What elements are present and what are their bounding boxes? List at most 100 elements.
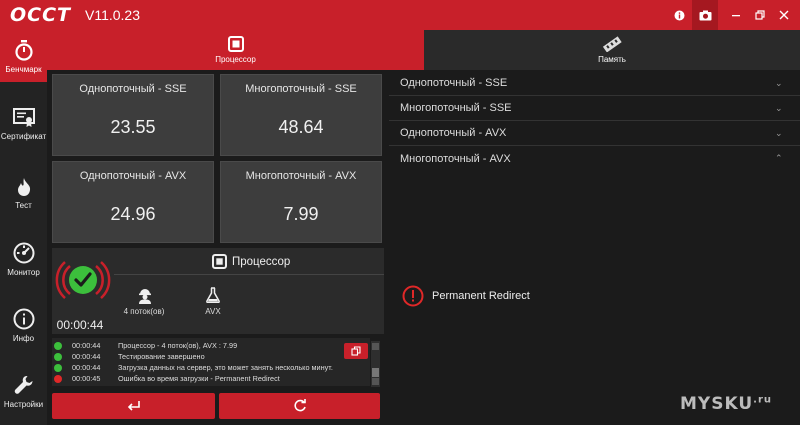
app-version: V11.0.23 <box>85 7 141 23</box>
score-card-single-avx: Однопоточный - AVX 24.96 <box>52 161 214 243</box>
restore-icon <box>755 10 765 20</box>
info-icon <box>13 308 34 330</box>
divider <box>114 274 384 275</box>
result-accordion-item[interactable]: Многопоточный - SSE ⌄ <box>389 96 800 121</box>
info-circle-icon <box>674 10 684 20</box>
tab-memory[interactable]: Память <box>424 30 800 70</box>
score-card-title: Многопоточный - AVX <box>245 170 357 182</box>
minimize-button[interactable] <box>724 0 748 30</box>
log-time: 00:00:44 <box>72 341 101 350</box>
refresh-icon <box>293 399 306 412</box>
score-card-multi-avx: Многопоточный - AVX 7.99 <box>220 161 382 243</box>
watermark-text: MYSKU <box>680 394 754 414</box>
sidebar-item-test[interactable]: Тест <box>0 174 47 214</box>
cpu-icon <box>227 36 244 52</box>
minimize-icon <box>732 15 740 17</box>
result-accordion-item[interactable]: Однопоточный - AVX ⌄ <box>389 121 800 146</box>
log-text: Ошибка во время загрузки - Permanent Red… <box>118 374 280 383</box>
success-dot-icon <box>54 352 62 361</box>
score-card-single-sse: Однопоточный - SSE 23.55 <box>52 74 214 156</box>
sidebar-item-label: Сертификат <box>0 132 47 141</box>
chevron-down-icon: ⌄ <box>775 102 783 113</box>
camera-icon <box>699 10 711 20</box>
score-card-value: 24.96 <box>110 204 156 224</box>
flame-icon <box>17 178 30 196</box>
sidebar-item-benchmark[interactable]: Бенчмарк <box>0 30 47 82</box>
tab-label: Память <box>598 55 626 64</box>
copy-log-button[interactable] <box>344 343 368 359</box>
log-time: 00:00:44 <box>72 363 101 372</box>
success-check-icon <box>55 261 111 299</box>
worker-icon <box>139 289 151 304</box>
sidebar-item-label: Монитор <box>7 268 40 277</box>
tab-label: Процессор <box>215 55 256 64</box>
elapsed-timer: 00:00:44 <box>56 318 104 332</box>
result-accordion-item-expanded[interactable]: Многопоточный - AVX ⌃ <box>389 146 800 171</box>
log-text: Тестирование завершено <box>118 352 205 361</box>
accordion-label: Однопоточный - AVX <box>400 127 507 139</box>
log-row: 00:00:45 Ошибка во время загрузки - Perm… <box>52 373 280 384</box>
maximize-button[interactable] <box>748 0 772 30</box>
log-row: 00:00:44 Процессор - 4 поток(ов), AVX : … <box>52 340 237 351</box>
sidebar-item-label: Бенчмарк <box>5 65 42 74</box>
memory-icon <box>602 36 622 52</box>
score-card-title: Однопоточный - SSE <box>79 83 187 95</box>
sidebar <box>0 30 47 425</box>
log-panel: 00:00:44 Процессор - 4 поток(ов), AVX : … <box>52 338 370 386</box>
sidebar-item-label: Инфо <box>12 334 35 343</box>
watermark-suffix: .ru <box>753 394 773 406</box>
sidebar-item-label: Тест <box>15 201 32 210</box>
error-message: Permanent Redirect <box>402 285 530 307</box>
success-dot-icon <box>54 341 62 350</box>
result-accordion-item[interactable]: Однопоточный - SSE ⌄ <box>389 71 800 96</box>
success-dot-icon <box>54 363 62 372</box>
scroll-up-arrow-icon[interactable] <box>372 343 379 350</box>
scroll-down-arrow-icon[interactable] <box>372 378 379 385</box>
app-logo: OCCT <box>10 4 71 26</box>
close-icon <box>779 10 789 20</box>
log-scrollbar[interactable] <box>371 341 380 387</box>
test-title: Процессор <box>232 256 291 268</box>
sidebar-item-certificate[interactable]: Сертификат <box>0 104 47 156</box>
score-card-title: Многопоточный - SSE <box>245 83 357 95</box>
back-button[interactable] <box>52 393 215 419</box>
watermark: MYSKU.ru <box>680 394 772 414</box>
screenshot-button[interactable] <box>692 0 718 30</box>
accordion-label: Однопоточный - SSE <box>400 77 508 89</box>
cpu-icon <box>212 254 227 269</box>
log-time: 00:00:45 <box>72 374 101 383</box>
accordion-label: Многопоточный - AVX <box>400 152 511 165</box>
copy-icon <box>351 346 361 356</box>
restart-button[interactable] <box>219 393 380 419</box>
error-text: Permanent Redirect <box>432 290 530 302</box>
error-icon <box>402 285 424 307</box>
instruction-label: AVX <box>205 307 221 316</box>
log-time: 00:00:44 <box>72 352 101 361</box>
score-card-multi-sse: Многопоточный - SSE 48.64 <box>220 74 382 156</box>
stopwatch-icon <box>14 40 33 61</box>
return-arrow-icon <box>127 401 140 411</box>
log-text: Процессор - 4 поток(ов), AVX : 7.99 <box>118 341 238 350</box>
chevron-up-icon: ⌃ <box>775 153 783 163</box>
log-row: 00:00:44 Тестирование завершено <box>52 351 205 362</box>
sidebar-item-monitor[interactable]: Монитор <box>0 240 47 280</box>
log-text: Загрузка данных на сервер, это может зан… <box>118 363 333 372</box>
error-dot-icon <box>54 374 62 383</box>
log-row: 00:00:44 Загрузка данных на сервер, это … <box>52 362 333 373</box>
sidebar-item-settings[interactable]: Настройки <box>0 372 47 412</box>
wrench-icon <box>14 376 32 394</box>
tab-cpu[interactable]: Процессор <box>47 30 424 70</box>
threads-label: 4 поток(ов) <box>123 307 165 316</box>
close-button[interactable] <box>772 0 796 30</box>
sidebar-item-info[interactable]: Инфо <box>0 306 47 346</box>
accordion-label: Многопоточный - SSE <box>400 102 512 114</box>
score-card-title: Однопоточный - AVX <box>79 170 187 182</box>
gauge-icon <box>13 242 34 264</box>
info-button[interactable] <box>668 0 690 30</box>
score-card-value: 7.99 <box>283 204 319 224</box>
scroll-thumb[interactable] <box>372 368 379 377</box>
flask-icon <box>206 287 220 303</box>
score-card-value: 23.55 <box>110 117 156 137</box>
chevron-down-icon: ⌄ <box>775 77 783 88</box>
chevron-down-icon: ⌄ <box>775 127 783 138</box>
